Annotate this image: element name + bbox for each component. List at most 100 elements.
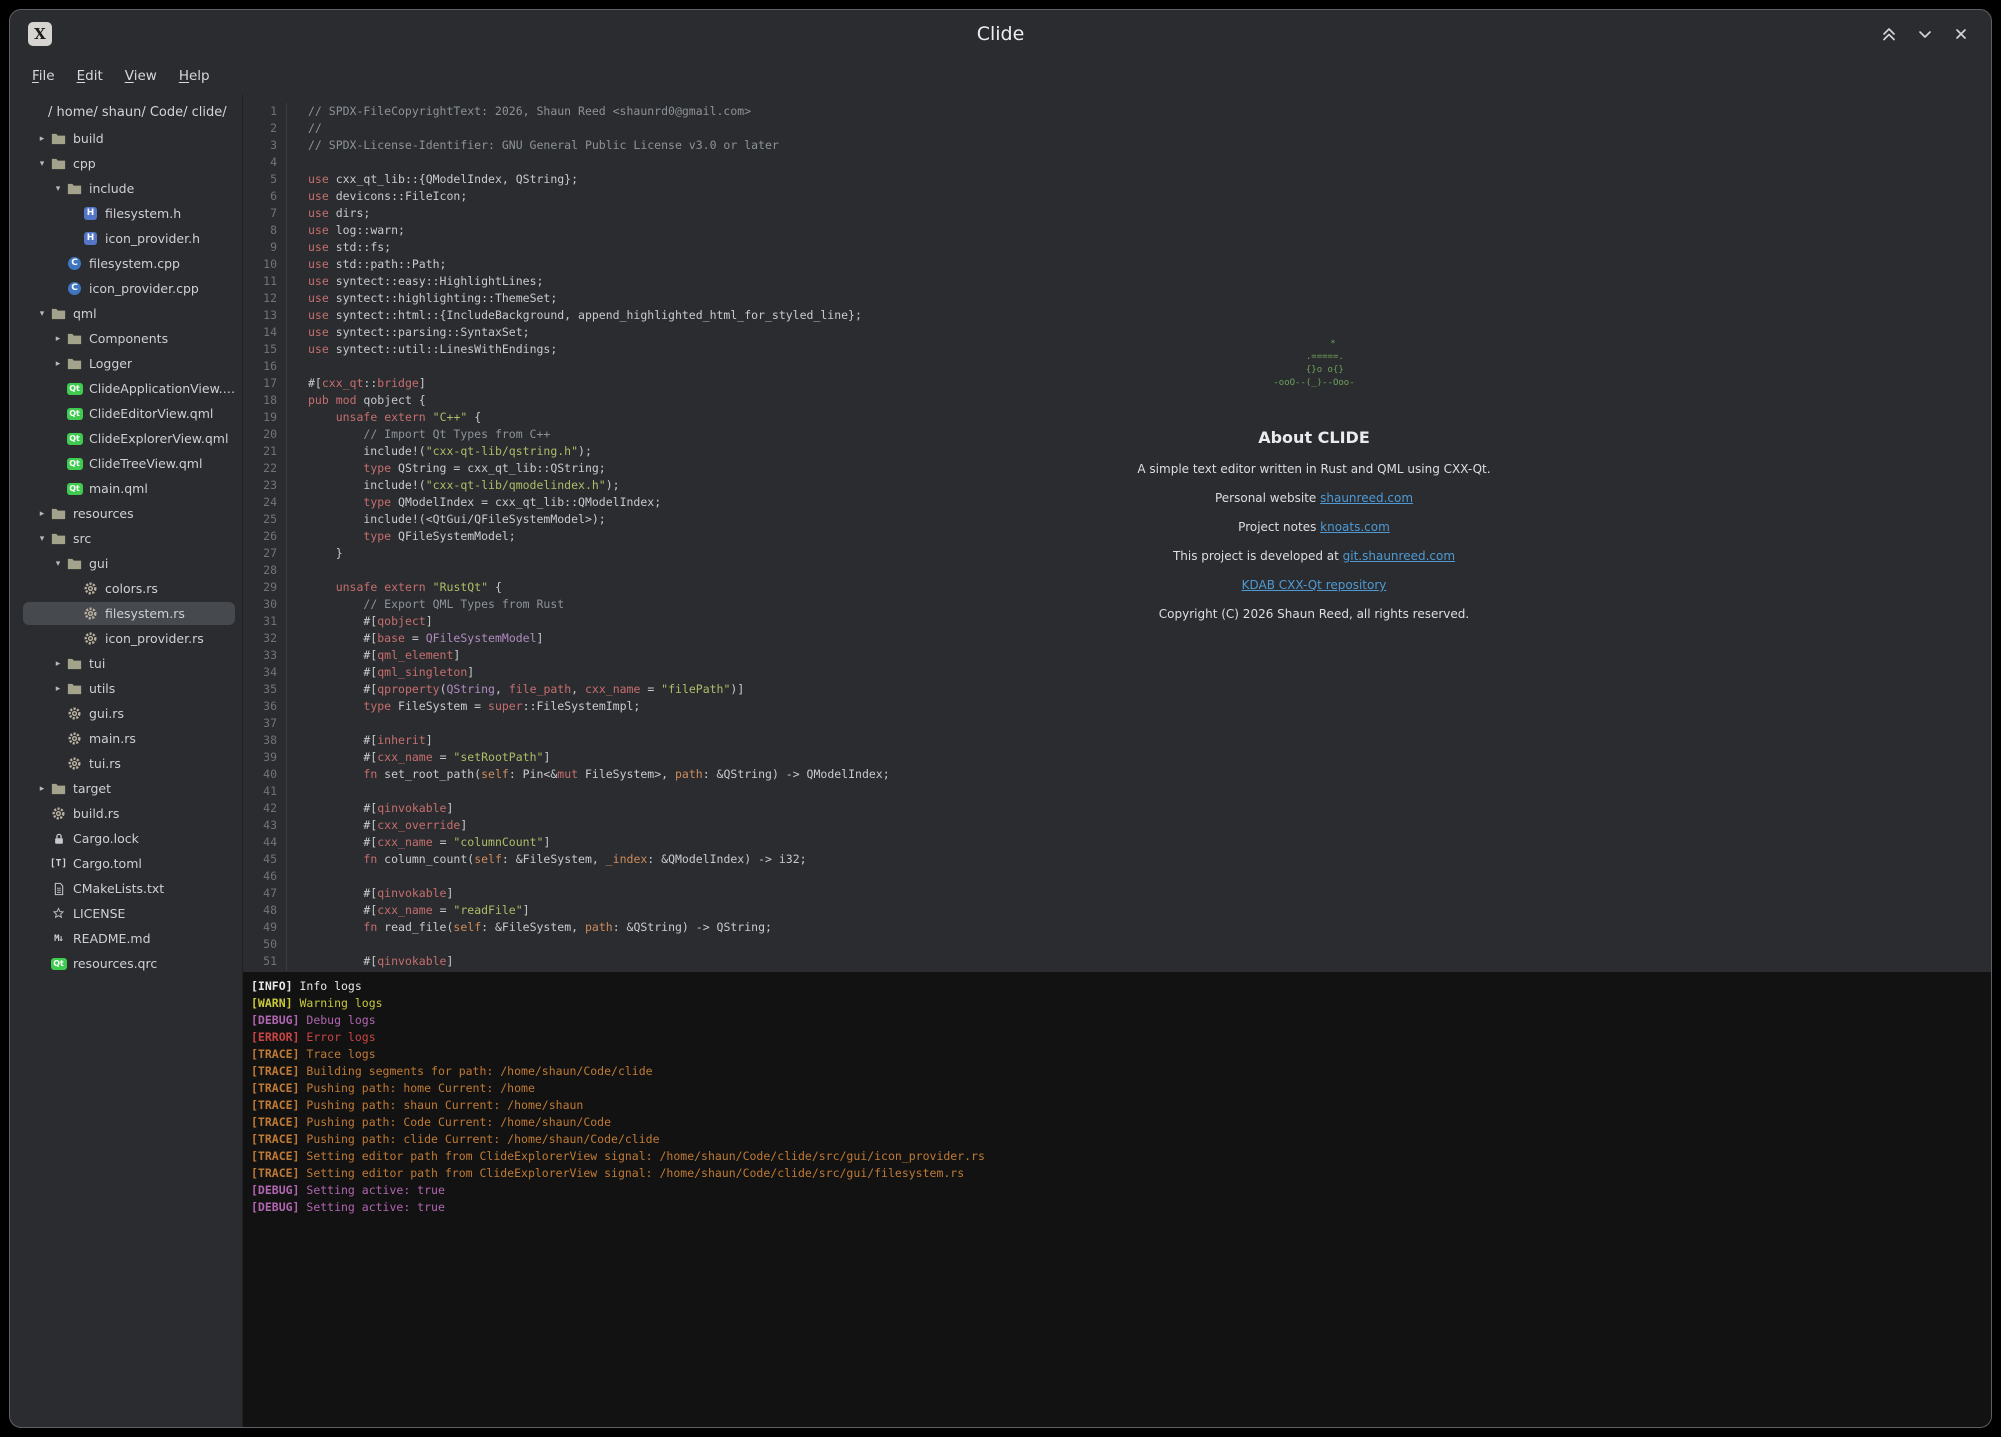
line-number: 30 (243, 596, 287, 613)
code-line[interactable]: 1// SPDX-FileCopyrightText: 2026, Shaun … (243, 103, 1991, 120)
tree-item-utils[interactable]: ▸utils (10, 676, 242, 701)
tree-item-license[interactable]: LICENSE (10, 901, 242, 926)
code-line[interactable]: 44 #[cxx_name = "columnCount"] (243, 834, 1991, 851)
about-link[interactable]: KDAB CXX-Qt repository (1242, 578, 1387, 592)
tree-item-resources-qrc[interactable]: Qtresources.qrc (10, 951, 242, 976)
code-line[interactable]: 51 #[qinvokable] (243, 953, 1991, 970)
tree-item-cargo-lock[interactable]: Cargo.lock (10, 826, 242, 851)
chevron-right-icon[interactable]: ▸ (34, 784, 50, 794)
log-panel[interactable]: [INFO] Info logs[WARN] Warning logs[DEBU… (243, 971, 1991, 1427)
code-text (287, 970, 315, 971)
chevron-right-icon[interactable]: ▸ (50, 684, 66, 694)
code-line[interactable]: 34 #[qml_singleton] (243, 664, 1991, 681)
tree-item-clidetreeview-qml[interactable]: QtClideTreeView.qml (10, 451, 242, 476)
tree-item-target[interactable]: ▸target (10, 776, 242, 801)
chevron-right-icon[interactable]: ▸ (50, 659, 66, 669)
menu-help[interactable]: Help (169, 64, 220, 88)
code-line[interactable]: 46 (243, 868, 1991, 885)
code-line[interactable]: 7use dirs; (243, 205, 1991, 222)
code-line[interactable]: 47 #[qinvokable] (243, 885, 1991, 902)
chevron-down-icon[interactable]: ▾ (50, 559, 66, 569)
chevron-right-icon[interactable]: ▸ (34, 134, 50, 144)
shade-button[interactable] (1879, 24, 1899, 44)
tree-item-colors-rs[interactable]: colors.rs (10, 576, 242, 601)
tree-item-gui-rs[interactable]: gui.rs (10, 701, 242, 726)
code-line[interactable]: 41 (243, 783, 1991, 800)
code-line[interactable]: 8use log::warn; (243, 222, 1991, 239)
code-line[interactable]: 48 #[cxx_name = "readFile"] (243, 902, 1991, 919)
tree-item-filesystem-h[interactable]: Hfilesystem.h (10, 201, 242, 226)
close-button[interactable] (1951, 24, 1971, 44)
code-line[interactable]: 52 (243, 970, 1991, 971)
code-line[interactable]: 5use cxx_qt_lib::{QModelIndex, QString}; (243, 171, 1991, 188)
tree-item-filesystem-cpp[interactable]: Cfilesystem.cpp (10, 251, 242, 276)
menu-edit[interactable]: Edit (67, 64, 113, 88)
tree-item-include[interactable]: ▾include (10, 176, 242, 201)
code-line[interactable]: 45 fn column_count(self: &FileSystem, _i… (243, 851, 1991, 868)
tree-item-resources[interactable]: ▸resources (10, 501, 242, 526)
tree-item-build-rs[interactable]: build.rs (10, 801, 242, 826)
code-line[interactable]: 2// (243, 120, 1991, 137)
tree-item-cargo-toml[interactable]: [T]Cargo.toml (10, 851, 242, 876)
tree-item-components[interactable]: ▸Components (10, 326, 242, 351)
chevron-down-icon[interactable]: ▾ (34, 534, 50, 544)
minimize-button[interactable] (1915, 24, 1935, 44)
tree-item-icon-provider-rs[interactable]: icon_provider.rs (10, 626, 242, 651)
line-number: 22 (243, 460, 287, 477)
code-line[interactable]: 49 fn read_file(self: &FileSystem, path:… (243, 919, 1991, 936)
code-line[interactable]: 33 #[qml_element] (243, 647, 1991, 664)
code-line[interactable]: 37 (243, 715, 1991, 732)
chevron-right-icon[interactable]: ▸ (34, 509, 50, 519)
code-line[interactable]: 10use std::path::Path; (243, 256, 1991, 273)
tree-item-label: ClideEditorView.qml (89, 406, 213, 421)
tree-item-logger[interactable]: ▸Logger (10, 351, 242, 376)
line-number: 17 (243, 375, 287, 392)
about-link[interactable]: git.shaunreed.com (1343, 549, 1455, 563)
tree-item-filesystem-rs[interactable]: filesystem.rs (10, 601, 242, 626)
tree-item-readme-md[interactable]: M↓README.md (10, 926, 242, 951)
code-line[interactable]: 11use syntect::easy::HighlightLines; (243, 273, 1991, 290)
code-line[interactable]: 50 (243, 936, 1991, 953)
code-line[interactable]: 36 type FileSystem = super::FileSystemIm… (243, 698, 1991, 715)
chevron-down-icon[interactable]: ▾ (34, 159, 50, 169)
chevron-down-icon[interactable]: ▾ (50, 184, 66, 194)
tree-item-cmakelists-txt[interactable]: CMakeLists.txt (10, 876, 242, 901)
code-line[interactable]: 35 #[qproperty(QString, file_path, cxx_n… (243, 681, 1991, 698)
code-line[interactable]: 39 #[cxx_name = "setRootPath"] (243, 749, 1991, 766)
about-link[interactable]: shaunreed.com (1320, 491, 1413, 505)
code-text (287, 783, 315, 800)
code-line[interactable]: 9use std::fs; (243, 239, 1991, 256)
code-line[interactable]: 3// SPDX-License-Identifier: GNU General… (243, 137, 1991, 154)
code-line[interactable]: 42 #[qinvokable] (243, 800, 1991, 817)
code-line[interactable]: 6use devicons::FileIcon; (243, 188, 1991, 205)
titlebar[interactable]: X Clide (10, 10, 1991, 58)
tree-item-qml[interactable]: ▾qml (10, 301, 242, 326)
code-editor[interactable]: 1// SPDX-FileCopyrightText: 2026, Shaun … (243, 94, 1991, 971)
chevron-down-icon[interactable]: ▾ (34, 309, 50, 319)
chevron-right-icon[interactable]: ▸ (50, 334, 66, 344)
tree-item-src[interactable]: ▾src (10, 526, 242, 551)
tree-item-tui-rs[interactable]: tui.rs (10, 751, 242, 776)
tree-item-main-qml[interactable]: Qtmain.qml (10, 476, 242, 501)
chevron-right-icon[interactable]: ▸ (50, 359, 66, 369)
code-line[interactable]: 12use syntect::highlighting::ThemeSet; (243, 290, 1991, 307)
tree-item-build[interactable]: ▸build (10, 126, 242, 151)
menu-file[interactable]: File (22, 64, 65, 88)
code-line[interactable]: 40 fn set_root_path(self: Pin<&mut FileS… (243, 766, 1991, 783)
menu-view[interactable]: View (115, 64, 167, 88)
code-line[interactable]: 4 (243, 154, 1991, 171)
tree-item-icon-provider-cpp[interactable]: Cicon_provider.cpp (10, 276, 242, 301)
folder-icon (50, 131, 67, 147)
code-line[interactable]: 43 #[cxx_override] (243, 817, 1991, 834)
code-line[interactable]: 38 #[inherit] (243, 732, 1991, 749)
tree-item-main-rs[interactable]: main.rs (10, 726, 242, 751)
about-link[interactable]: knoats.com (1320, 520, 1390, 534)
tree-item-gui[interactable]: ▾gui (10, 551, 242, 576)
code-line[interactable]: 13use syntect::html::{IncludeBackground,… (243, 307, 1991, 324)
tree-item-clideeditorview-qml[interactable]: QtClideEditorView.qml (10, 401, 242, 426)
tree-item-icon-provider-h[interactable]: Hicon_provider.h (10, 226, 242, 251)
tree-item-cpp[interactable]: ▾cpp (10, 151, 242, 176)
tree-item-clideexplorerview-qml[interactable]: QtClideExplorerView.qml (10, 426, 242, 451)
tree-item-clideapplicationview-qml[interactable]: QtClideApplicationView.qml (10, 376, 242, 401)
tree-item-tui[interactable]: ▸tui (10, 651, 242, 676)
